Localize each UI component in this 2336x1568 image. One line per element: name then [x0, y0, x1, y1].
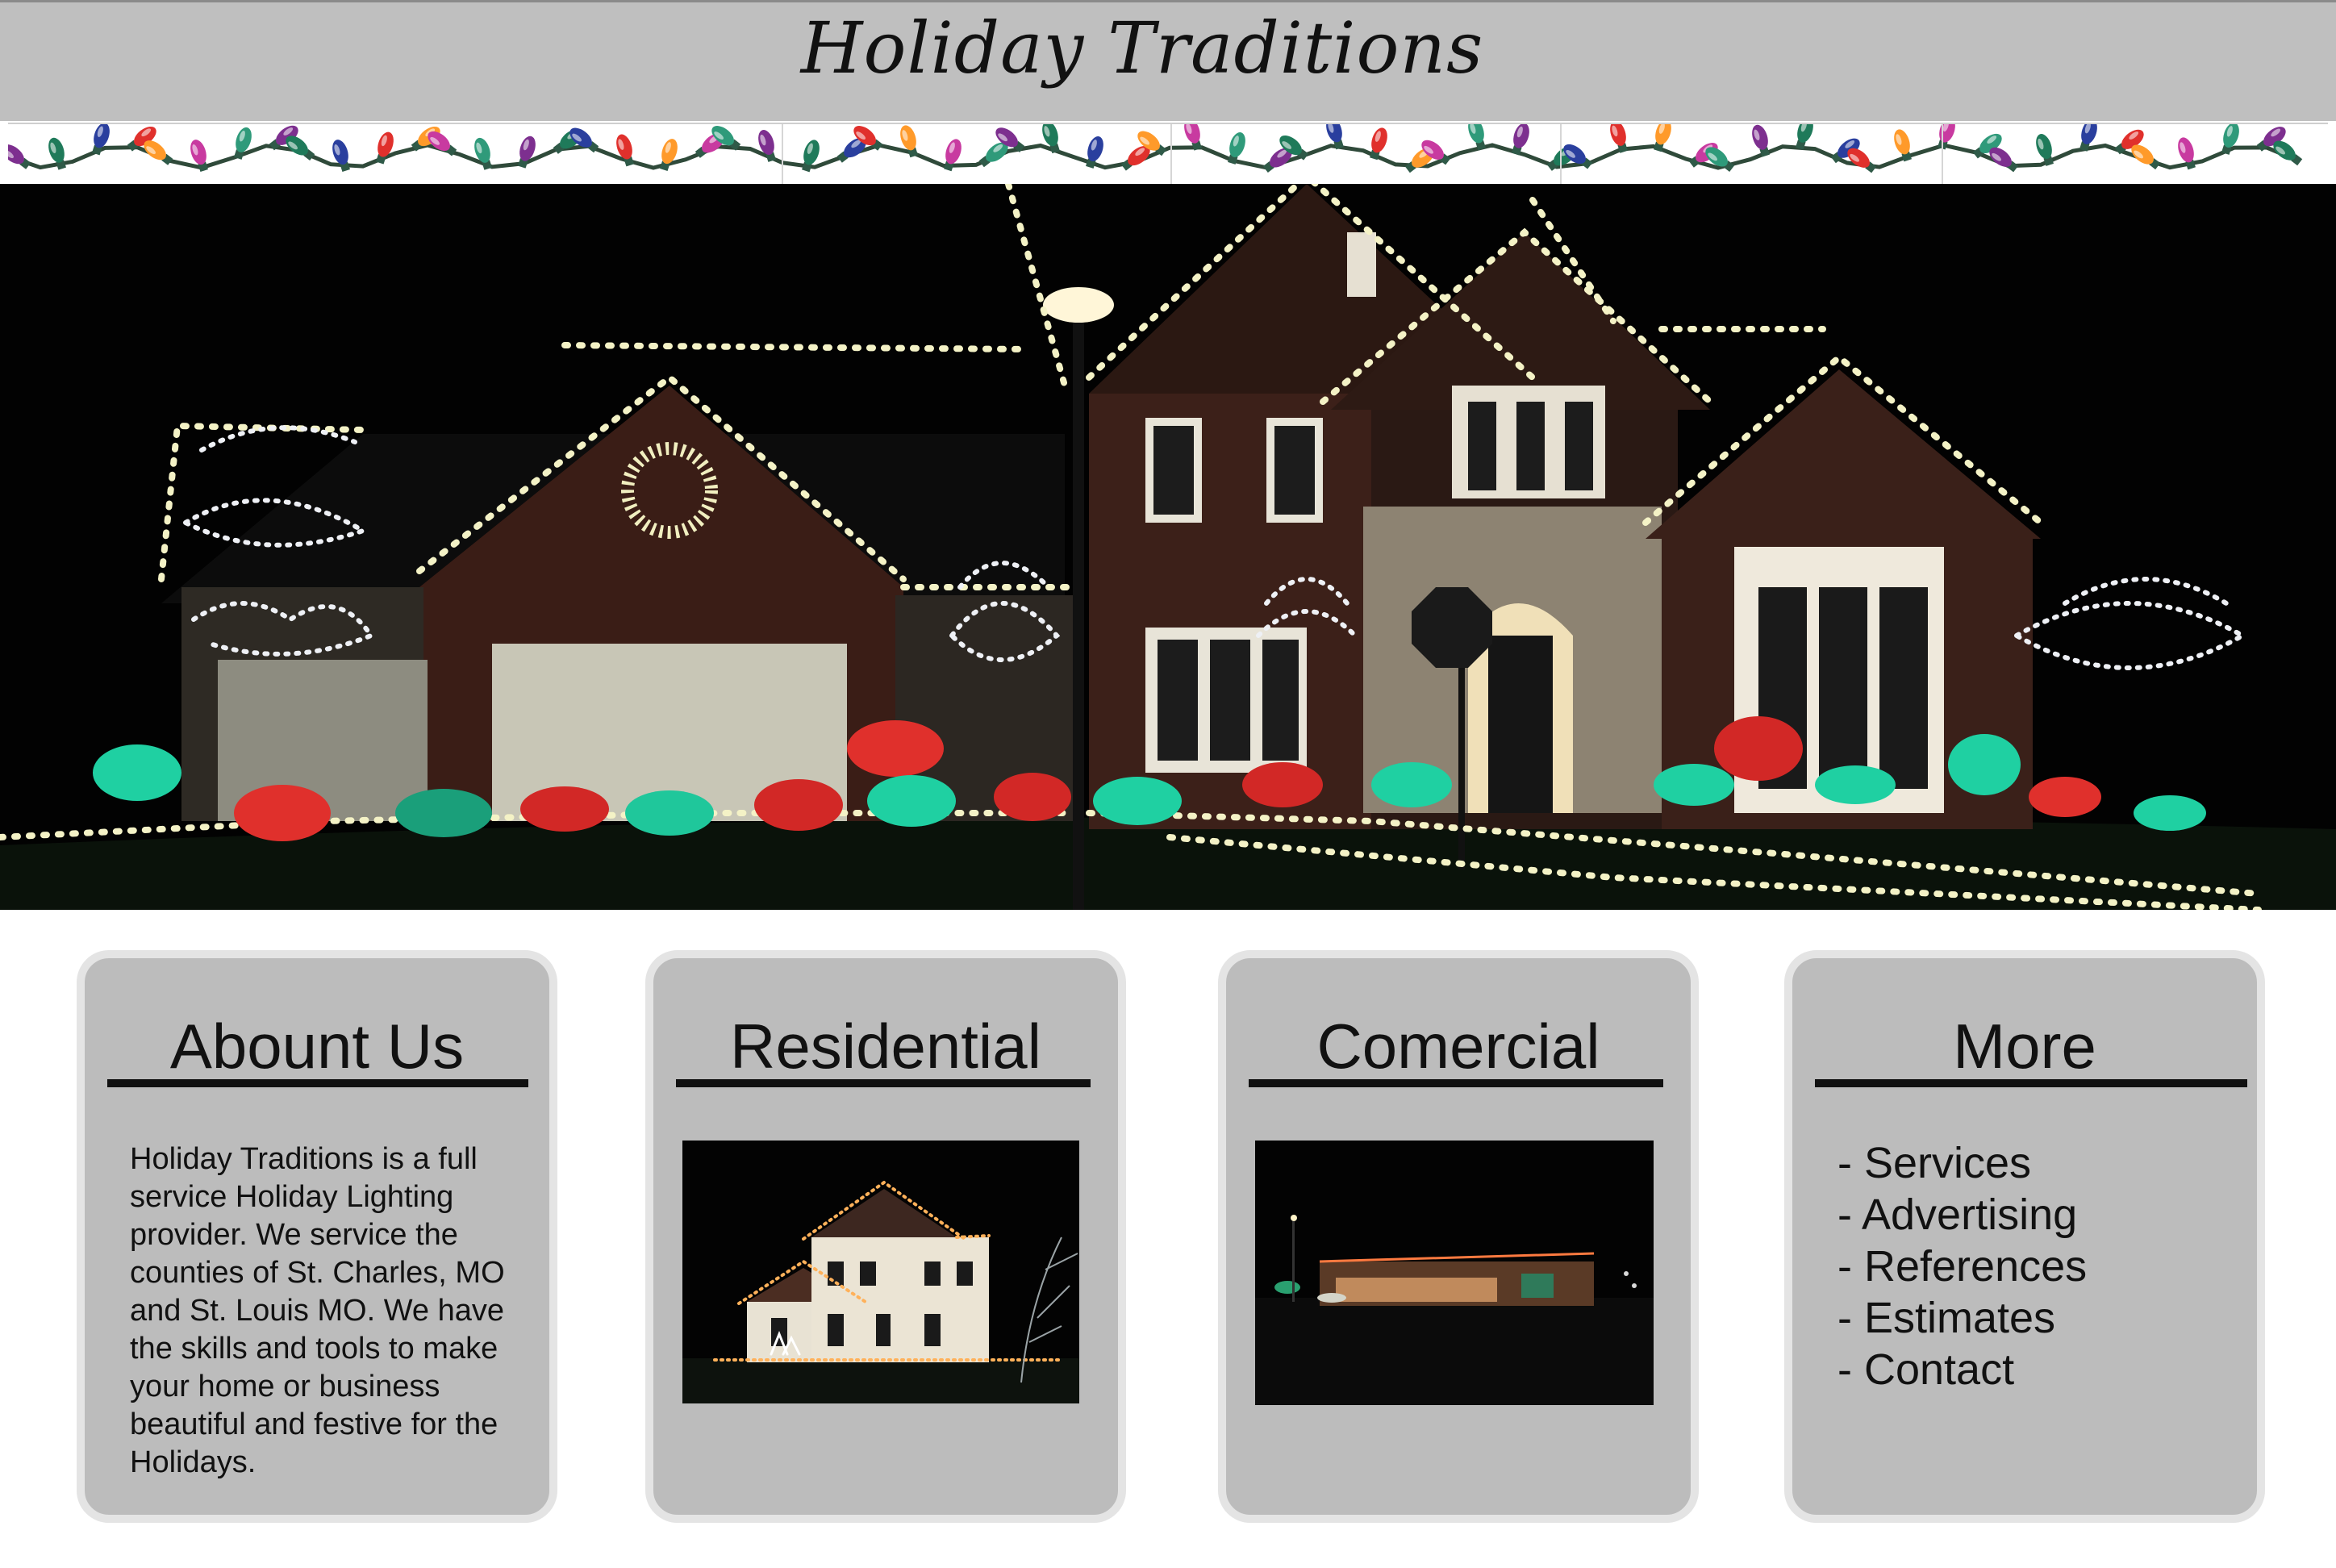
residential-house-graphic [682, 1141, 1079, 1403]
residential-card[interactable]: Residential [645, 950, 1126, 1523]
contact-link[interactable]: - Contact [1838, 1344, 2087, 1395]
christmas-lights-banner [8, 123, 2328, 186]
advertising-link[interactable]: - Advertising [1838, 1189, 2087, 1241]
residential-photo[interactable] [682, 1141, 1079, 1403]
site-header: Holiday Traditions [0, 0, 2336, 121]
card-title[interactable]: Comercial [1226, 1010, 1691, 1083]
commercial-card[interactable]: Comercial [1218, 950, 1699, 1523]
references-link[interactable]: - References [1838, 1241, 2087, 1292]
card-title[interactable]: Abount Us [85, 1010, 549, 1083]
more-links-list: - Services - Advertising - References - … [1838, 1137, 2087, 1395]
title-underline [1249, 1079, 1663, 1087]
card-title[interactable]: Residential [653, 1010, 1118, 1083]
title-underline [1815, 1079, 2247, 1087]
title-underline [107, 1079, 528, 1087]
title-underline [676, 1079, 1091, 1087]
hero-house-photo [0, 184, 2336, 910]
more-card[interactable]: More - Services - Advertising - Referenc… [1784, 950, 2265, 1523]
header-top-border [0, 0, 2336, 2]
christmas-lights-banner-graphic [8, 124, 2303, 184]
card-title[interactable]: More [1792, 1010, 2257, 1083]
estimates-link[interactable]: - Estimates [1838, 1292, 2087, 1344]
commercial-photo[interactable] [1255, 1141, 1654, 1405]
about-us-card[interactable]: Abount Us Holiday Traditions is a full s… [77, 950, 557, 1523]
site-title[interactable]: Holiday Traditions [0, 6, 2284, 90]
about-us-text: Holiday Traditions is a full service Hol… [130, 1142, 505, 1479]
services-link[interactable]: - Services [1838, 1137, 2087, 1189]
house-illustration [0, 184, 2336, 910]
commercial-building-graphic [1255, 1141, 1654, 1405]
